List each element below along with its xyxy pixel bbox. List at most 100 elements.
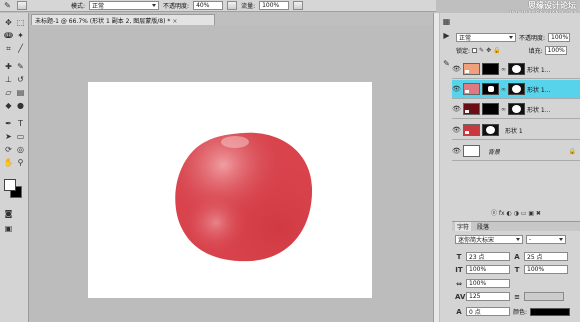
3d-orbit-tool-icon[interactable]: ◎: [15, 144, 26, 155]
link-icon: ∞: [501, 105, 506, 113]
background-thumbnail: [463, 145, 480, 157]
layer-name: 形状 1...: [527, 86, 551, 94]
lasso-tool-icon[interactable]: ↈ: [3, 30, 14, 41]
zoom-tool-icon[interactable]: ⚲: [15, 157, 26, 168]
gradient-tool-icon[interactable]: ▤: [15, 87, 26, 98]
blur-tool-icon[interactable]: ◆: [3, 100, 14, 111]
brushes-panel-icon[interactable]: ✎: [441, 58, 452, 69]
document-canvas[interactable]: [88, 82, 372, 298]
mode-select[interactable]: 正常: [89, 1, 160, 10]
eye-icon[interactable]: 👁: [452, 147, 461, 156]
foreground-color-swatch[interactable]: [4, 179, 16, 191]
vertical-scale-input[interactable]: 100%: [466, 265, 510, 274]
font-family-value: 迷你简大标宋: [458, 237, 495, 244]
brush-tool-icon[interactable]: ✎: [15, 61, 26, 72]
layer-row[interactable]: 👁 形状 1: [452, 121, 580, 140]
stamp-tool-icon[interactable]: ⊥: [3, 74, 14, 85]
baseline-input[interactable]: 0 点: [466, 307, 510, 316]
close-icon[interactable]: ×: [172, 18, 177, 25]
layer-row[interactable]: 👁 ∞ 形状 1...: [452, 100, 580, 119]
layer-name: 形状 1...: [527, 66, 551, 74]
baseline-style-input[interactable]: [524, 292, 564, 301]
layer-opacity-input[interactable]: 100%: [548, 32, 571, 42]
layers-panel-footer: ⓔ fx ◐ ◑ ▭ ▣ ✖: [452, 208, 580, 217]
document-tab[interactable]: 未标题-1 @ 66.7% (形状 1 副本 2, 图层蒙版/8) * ×: [31, 14, 215, 25]
tab-character[interactable]: 字符: [455, 222, 472, 231]
path-selection-tool-icon[interactable]: ➤: [3, 131, 14, 142]
opacity-input[interactable]: 40%: [193, 1, 224, 10]
lock-all-icon[interactable]: 🔒: [493, 47, 500, 54]
healing-tool-icon[interactable]: ✚: [3, 61, 14, 72]
brush-picker-button[interactable]: [17, 1, 27, 10]
horizontal-scale-input[interactable]: 100%: [524, 265, 568, 274]
eraser-tool-icon[interactable]: ▱: [3, 87, 14, 98]
eye-icon[interactable]: 👁: [452, 105, 461, 114]
lock-position-icon[interactable]: ✥: [486, 47, 491, 54]
baseline-row: A 0 点 颜色:: [455, 306, 571, 317]
screen-mode-icon[interactable]: ▣: [3, 223, 14, 234]
layer-mask-thumbnail: [508, 63, 525, 75]
layer-color-thumbnail: [463, 103, 480, 115]
eye-icon[interactable]: 👁: [452, 65, 461, 74]
fill-label: 填充:: [528, 48, 543, 55]
hand-tool-icon[interactable]: ✋: [3, 157, 14, 168]
apple-shape[interactable]: [173, 130, 313, 263]
vertical-scale-icon: IT: [455, 265, 463, 274]
layer-color-thumbnail: [463, 63, 480, 75]
3d-rotate-tool-icon[interactable]: ⟳: [3, 144, 14, 155]
magic-wand-tool-icon[interactable]: ✦: [15, 30, 26, 41]
layer-mask-thumbnail: [508, 103, 525, 115]
type-tool-icon[interactable]: T: [15, 118, 26, 129]
toolbox: ✥ ⬚ ↈ ✦ ⌗ ╱ ✚ ✎ ⊥ ↺ ▱ ▤ ◆ ● ✒ T ➤ ▭ ⟳ ◎ …: [0, 13, 29, 322]
vertical-scrollbar[interactable]: [433, 13, 439, 322]
opacity-label: 不透明度:: [163, 3, 190, 10]
history-panel-icon[interactable]: ▦: [441, 16, 452, 27]
font-size-icon: T: [456, 252, 462, 261]
leading-icon: A: [514, 252, 520, 261]
tracking-input[interactable]: 100%: [466, 279, 510, 288]
eye-icon[interactable]: 👁: [452, 85, 461, 94]
dodge-tool-icon[interactable]: ●: [15, 100, 26, 111]
move-tool-icon[interactable]: ✥: [3, 17, 14, 28]
tracking-icon: ⇔: [456, 279, 462, 288]
leading-input[interactable]: 25 点: [524, 252, 568, 261]
tablet-pressure-toggle[interactable]: [293, 1, 304, 10]
font-size-input[interactable]: 23 点: [466, 252, 510, 261]
shape-tool-icon[interactable]: ▭: [15, 131, 26, 142]
marquee-tool-icon[interactable]: ⬚: [15, 17, 26, 28]
layer-row-selected[interactable]: 👁 ∞ 形状 1...: [452, 80, 580, 99]
layer-footer-icons[interactable]: ⓔ fx ◐ ◑ ▭ ▣ ✖: [491, 208, 541, 217]
kerning-icon: AV: [455, 292, 466, 301]
flow-label: 流量:: [241, 3, 256, 10]
text-color-swatch[interactable]: [530, 307, 571, 316]
tracking-row: ⇔ 100%: [455, 278, 510, 289]
color-label: 颜色:: [513, 309, 528, 316]
vector-mask-thumbnail: [482, 83, 499, 95]
brush-tool-preset-icon[interactable]: ✎: [2, 0, 13, 11]
quick-mask-icon[interactable]: ◙: [3, 208, 14, 219]
kerning-input[interactable]: 125: [466, 292, 510, 301]
font-family-select[interactable]: 迷你简大标宋: [455, 235, 523, 244]
eyedropper-tool-icon[interactable]: ╱: [15, 43, 26, 54]
photoshop-window: ✎ 模式: 正常 不透明度: 40% 流量: 100% 思缘设计论坛 WWW.M…: [0, 0, 580, 322]
character-panel-header: 字符 段落: [452, 221, 580, 231]
layer-row[interactable]: 👁 ∞ 形状 1...: [452, 60, 580, 79]
font-style-select[interactable]: -: [526, 235, 566, 244]
pen-tool-icon[interactable]: ✒: [3, 118, 14, 129]
layer-color-thumbnail: [463, 83, 480, 95]
canvas-area[interactable]: [29, 25, 433, 322]
lock-pixels-icon[interactable]: ✎: [479, 47, 484, 54]
layer-row-background[interactable]: 👁 背景 🔒: [452, 142, 580, 161]
lock-transparency-icon[interactable]: [472, 48, 478, 53]
flow-input[interactable]: 100%: [259, 1, 290, 10]
eye-icon[interactable]: 👁: [452, 126, 461, 135]
font-style-value: -: [529, 236, 532, 243]
tab-paragraph[interactable]: 段落: [477, 222, 489, 231]
crop-tool-icon[interactable]: ⌗: [3, 43, 14, 54]
airbrush-toggle[interactable]: [227, 1, 238, 10]
lock-label: 锁定:: [456, 48, 471, 55]
layer-lock-row: 锁定: ✎ ✥ 🔒 填充: 100%: [440, 45, 580, 56]
fill-input[interactable]: 100%: [544, 46, 567, 55]
history-brush-tool-icon[interactable]: ↺: [15, 74, 26, 85]
blend-mode-select[interactable]: 正常: [456, 32, 516, 42]
